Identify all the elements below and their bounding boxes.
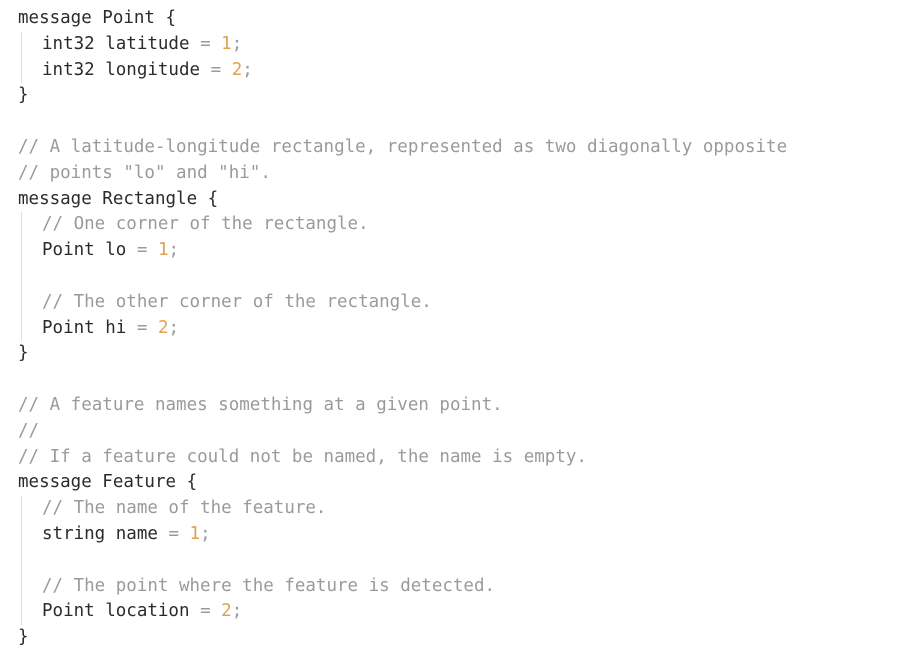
code-line: message Rectangle { xyxy=(18,187,908,213)
field-declaration: Point hi xyxy=(42,317,127,338)
code-line: // One corner of the rectangle. xyxy=(18,212,908,238)
code-line: string name = 1; xyxy=(18,521,908,548)
blank-line xyxy=(18,547,908,574)
field-declaration: Point lo xyxy=(42,240,127,261)
assign-operator: = xyxy=(200,33,211,54)
code-line: // If a feature could not be named, the … xyxy=(18,445,908,471)
comment: // xyxy=(18,420,40,441)
assign-operator: = xyxy=(136,240,148,261)
comment: // The name of the feature. xyxy=(42,498,327,519)
code-line: Point lo = 1; xyxy=(18,238,908,264)
field-declaration: string name xyxy=(42,523,158,544)
code-line: } xyxy=(18,341,908,367)
field-number: 1 xyxy=(189,523,201,544)
assign-operator: = xyxy=(210,59,222,80)
code-line: message Feature { xyxy=(18,470,908,496)
semicolon: ; xyxy=(231,601,243,622)
assign-operator: = xyxy=(168,523,179,544)
code-line: int32 longitude = 2; xyxy=(18,57,908,84)
code-line: // The other corner of the rectangle. xyxy=(18,289,908,316)
code-line: // points "lo" and "hi". xyxy=(18,161,908,187)
comment: // If a feature could not be named, the … xyxy=(18,446,587,467)
assign-operator: = xyxy=(136,317,148,338)
field-number: 2 xyxy=(231,59,243,80)
code-line: // The name of the feature. xyxy=(18,496,908,522)
comment: // One corner of the rectangle. xyxy=(42,214,369,235)
comment: // The other corner of the rectangle. xyxy=(42,291,432,312)
semicolon: ; xyxy=(168,317,180,338)
field-declaration: int32 latitude xyxy=(42,33,190,54)
closing-brace: } xyxy=(18,85,29,106)
message-declaration: message Point { xyxy=(18,8,177,28)
field-declaration: int32 longitude xyxy=(42,59,201,80)
field-number: 2 xyxy=(157,317,169,338)
code-line: // The point where the feature is detect… xyxy=(18,573,908,600)
code-line: Point hi = 2; xyxy=(18,315,908,342)
comment: // A latitude-longitude rectangle, repre… xyxy=(18,136,788,157)
code-line: // A feature names something at a given … xyxy=(18,393,908,419)
field-number: 2 xyxy=(221,601,232,622)
semicolon: ; xyxy=(200,523,211,544)
code-line: // A latitude-longitude rectangle, repre… xyxy=(18,135,908,161)
code-line: } xyxy=(18,625,908,651)
message-declaration: message Rectangle { xyxy=(18,188,219,209)
comment: // points "lo" and "hi". xyxy=(18,162,271,183)
code-block: message Point { int32 latitude = 1; int3… xyxy=(18,6,908,651)
semicolon: ; xyxy=(242,59,253,80)
field-number: 1 xyxy=(157,240,169,261)
code-line: // xyxy=(18,419,908,445)
closing-brace: } xyxy=(18,343,29,364)
semicolon: ; xyxy=(231,33,243,54)
blank-line xyxy=(18,263,908,290)
field-declaration: Point location xyxy=(42,601,190,622)
message-declaration: message Feature { xyxy=(18,472,198,493)
code-line: message Point { xyxy=(18,6,908,32)
code-line: } xyxy=(18,83,908,109)
code-line: Point location = 2; xyxy=(18,599,908,625)
comment: // A feature names something at a given … xyxy=(18,394,503,415)
field-number: 1 xyxy=(221,33,232,54)
closing-brace: } xyxy=(18,627,29,648)
assign-operator: = xyxy=(200,601,211,622)
comment: // The point where the feature is detect… xyxy=(42,575,496,596)
semicolon: ; xyxy=(168,240,180,261)
code-line: int32 latitude = 1; xyxy=(18,31,908,58)
